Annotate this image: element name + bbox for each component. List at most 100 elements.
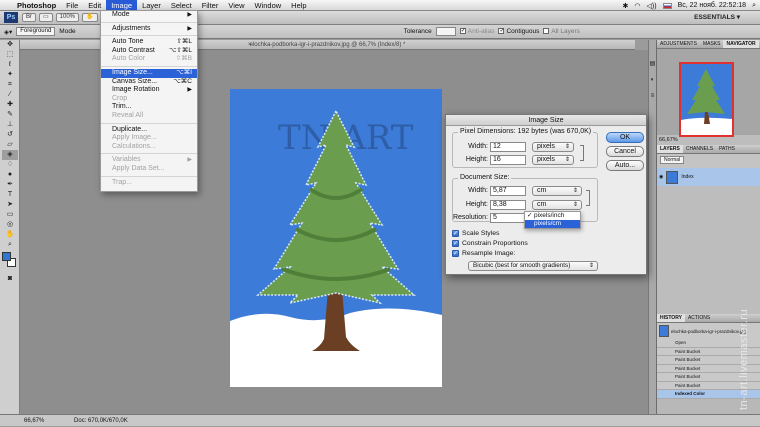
contiguous-checkbox[interactable]: Contiguous: [498, 27, 539, 35]
px-width-unit-select[interactable]: pixels: [532, 142, 574, 152]
res-option-pixels-inch[interactable]: ✓ pixels/inch: [525, 212, 580, 220]
menu-item-calculations[interactable]: Calculations...: [101, 143, 197, 152]
stamp-tool-icon[interactable]: ⊥: [2, 120, 18, 130]
mini-bridge-button[interactable]: ▭: [39, 13, 53, 22]
px-width-input[interactable]: 12: [490, 142, 526, 152]
menu-file[interactable]: File: [61, 0, 83, 11]
blend-mode-select[interactable]: Normal: [660, 156, 685, 164]
menu-item-canvas-size[interactable]: Canvas Size... ⌥⌘C: [101, 78, 197, 87]
flag-icon[interactable]: [662, 2, 672, 9]
dialog-title[interactable]: Image Size: [446, 115, 646, 126]
healing-tool-icon[interactable]: ✚: [2, 100, 18, 110]
constrain-proportions-checkbox[interactable]: ✓ Constrain Proportions: [452, 240, 528, 247]
all-layers-checkbox[interactable]: All Layers: [543, 28, 580, 35]
menu-view[interactable]: View: [223, 0, 249, 11]
menu-item-image-size[interactable]: Image Size... ⌥⌘I: [101, 68, 197, 78]
menu-item-trim[interactable]: Trim...: [101, 103, 197, 112]
eyedropper-tool-icon[interactable]: ⁄: [2, 90, 18, 100]
panel-dock-icon[interactable]: ◐: [649, 77, 656, 83]
menu-item-image-rotation[interactable]: Image Rotation ▶: [101, 86, 197, 95]
menu-item-adjustments[interactable]: Adjustments ▶: [101, 25, 197, 34]
clock[interactable]: Вс, 22 нояб. 22:52:18: [678, 2, 747, 9]
eye-icon[interactable]: ◉: [659, 174, 663, 180]
menu-edit[interactable]: Edit: [83, 0, 106, 11]
px-height-input[interactable]: 16: [490, 155, 526, 165]
res-option-pixels-cm[interactable]: pixels/cm: [525, 220, 580, 228]
layer-name[interactable]: Index: [681, 174, 693, 180]
close-tab-icon[interactable]: ×: [248, 40, 252, 50]
type-tool-icon[interactable]: T: [2, 190, 18, 200]
tab-adjustments[interactable]: ADJUSTMENTS: [657, 40, 700, 48]
paint-bucket-icon[interactable]: ◈▾: [4, 28, 12, 36]
tolerance-input[interactable]: [435, 27, 456, 36]
panel-dock-icon[interactable]: ≡: [649, 93, 656, 99]
resample-image-checkbox[interactable]: ✓ Resample Image:: [452, 250, 515, 257]
menu-item-trap[interactable]: Trap...: [101, 179, 197, 188]
layer-row[interactable]: ◉ Index: [657, 168, 760, 186]
path-selection-tool-icon[interactable]: ➤: [2, 200, 18, 210]
hand-tool-icon[interactable]: ✋: [2, 230, 18, 240]
doc-width-input[interactable]: 5,87: [490, 186, 526, 196]
pen-tool-icon[interactable]: ✒: [2, 180, 18, 190]
menu-select[interactable]: Select: [166, 0, 197, 11]
menu-item-variables[interactable]: Variables ▶: [101, 156, 197, 165]
brush-tool-icon[interactable]: ✎: [2, 110, 18, 120]
zoom-select[interactable]: 100%: [55, 13, 80, 22]
tab-masks[interactable]: MASKS: [700, 40, 724, 48]
menu-item-duplicate[interactable]: Duplicate...: [101, 126, 197, 135]
menu-app-name[interactable]: Photoshop: [12, 0, 61, 11]
menu-image[interactable]: Image: [106, 0, 138, 11]
ok-button[interactable]: OK: [606, 132, 644, 143]
tab-layers[interactable]: LAYERS: [657, 145, 683, 153]
navigator-thumbnail[interactable]: [679, 62, 734, 137]
tab-navigator[interactable]: NAVIGATOR: [723, 40, 759, 48]
doc-width-unit-select[interactable]: cm: [532, 186, 582, 196]
magic-wand-tool-icon[interactable]: ✦: [2, 70, 18, 80]
menu-window[interactable]: Window: [249, 0, 286, 11]
tab-actions[interactable]: ACTIONS: [685, 314, 713, 322]
eraser-tool-icon[interactable]: ▱: [2, 140, 18, 150]
spotlight-icon[interactable]: ⌕: [752, 2, 756, 10]
hand-button[interactable]: ✋: [82, 13, 98, 22]
tab-history[interactable]: HISTORY: [657, 314, 685, 322]
workspace-switcher[interactable]: ESSENTIALS ▾: [694, 13, 740, 21]
dodge-tool-icon[interactable]: ●: [2, 170, 18, 180]
doc-info[interactable]: Doc: 670,0K/670,0K: [74, 418, 128, 424]
px-height-unit-select[interactable]: pixels: [532, 155, 574, 165]
scale-styles-checkbox[interactable]: ✓ Scale Styles: [452, 230, 499, 237]
image-canvas[interactable]: TN ART: [230, 89, 442, 387]
cancel-button[interactable]: Cancel: [606, 146, 644, 157]
menu-item-auto-color[interactable]: Auto Color ⇧⌘B: [101, 55, 197, 64]
wifi-icon[interactable]: ◠: [634, 2, 640, 10]
tab-channels[interactable]: CHANNELS: [683, 145, 716, 153]
auto-button[interactable]: Auto...: [606, 160, 644, 171]
anti-alias-checkbox[interactable]: Anti-alias: [459, 27, 494, 35]
resolution-input[interactable]: 5: [490, 213, 526, 223]
history-brush-tool-icon[interactable]: ↺: [2, 130, 18, 140]
fill-source-select[interactable]: Foreground: [16, 27, 56, 36]
tab-paths[interactable]: PATHS: [716, 145, 738, 153]
crop-tool-icon[interactable]: ⌗: [2, 80, 18, 90]
quick-mask-icon[interactable]: ◙: [2, 274, 18, 284]
menu-item-apply-data-set[interactable]: Apply Data Set...: [101, 165, 197, 174]
zoom-field[interactable]: 66,67%: [24, 418, 44, 424]
resample-method-select[interactable]: Bicubic (best for smooth gradients): [468, 261, 598, 271]
shape-tool-icon[interactable]: ▭: [2, 210, 18, 220]
marquee-tool-icon[interactable]: ⬚: [2, 50, 18, 60]
foreground-color-swatch[interactable]: [2, 252, 11, 261]
doc-height-unit-select[interactable]: cm: [532, 200, 582, 210]
menu-item-mode[interactable]: Mode ▶: [101, 11, 197, 20]
bridge-button[interactable]: Br: [22, 13, 36, 22]
menu-help[interactable]: Help: [286, 0, 311, 11]
doc-height-input[interactable]: 8,38: [490, 200, 526, 210]
lasso-tool-icon[interactable]: ℓ: [2, 60, 18, 70]
menu-layer[interactable]: Layer: [137, 0, 166, 11]
menu-item-apply-image[interactable]: Apply Image...: [101, 134, 197, 143]
volume-icon[interactable]: ◁)): [647, 2, 657, 10]
paint-bucket-tool-icon[interactable]: ◈: [2, 150, 18, 160]
menu-item-crop[interactable]: Crop: [101, 95, 197, 104]
move-tool-icon[interactable]: ✥: [2, 40, 18, 50]
blur-tool-icon[interactable]: ♢: [2, 160, 18, 170]
menu-item-reveal-all[interactable]: Reveal All: [101, 112, 197, 121]
bluetooth-icon[interactable]: ✱: [623, 2, 629, 10]
